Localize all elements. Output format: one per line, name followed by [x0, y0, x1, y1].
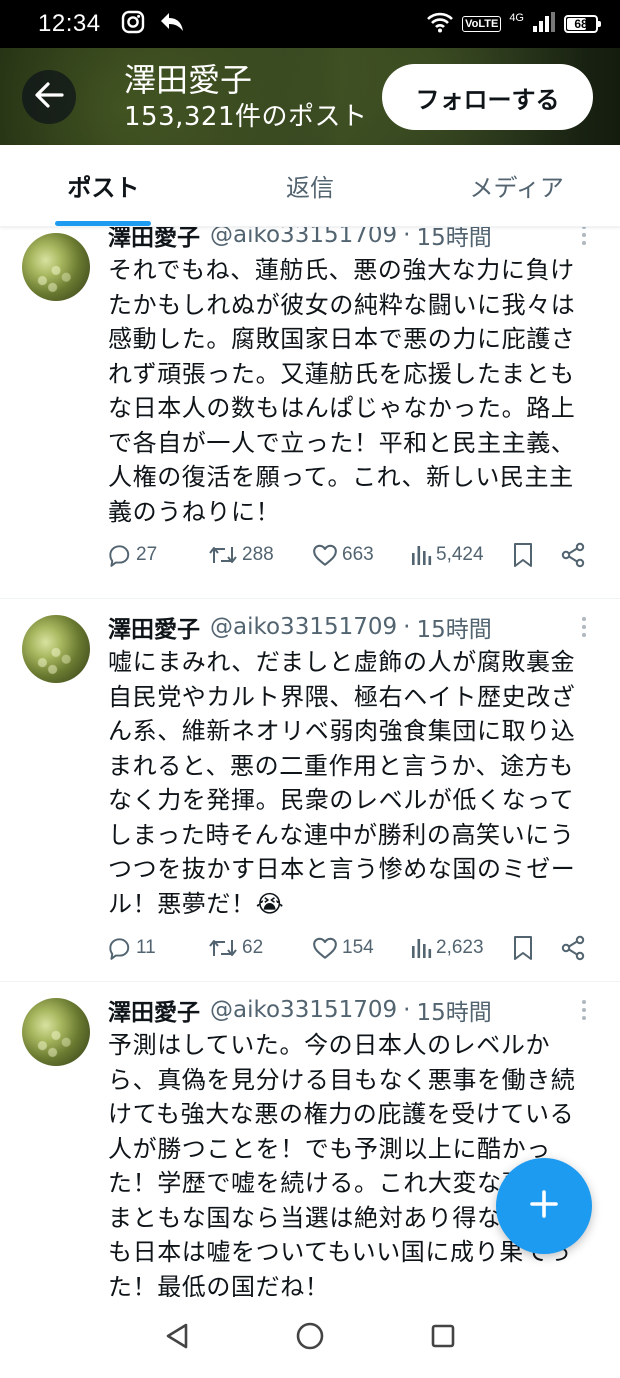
follow-button[interactable]: フォローする	[382, 64, 593, 130]
compose-button[interactable]	[496, 1158, 592, 1254]
instagram-icon	[121, 10, 145, 38]
network-type: 4G	[509, 12, 524, 24]
bookmark-button[interactable]	[512, 539, 534, 571]
bookmark-button[interactable]	[512, 932, 534, 964]
more-options-icon[interactable]	[574, 227, 594, 249]
views-button[interactable]: 2,623	[410, 932, 484, 964]
reply-button[interactable]: 11	[106, 932, 156, 964]
tab-replies[interactable]: 返信	[207, 145, 414, 226]
tweet-handle[interactable]: @aiko33151709	[210, 997, 397, 1023]
status-time: 12:34	[38, 10, 101, 37]
bar-chart-icon	[410, 543, 432, 567]
tweet[interactable]: 澤田愛子 @aiko33151709 · 15時間 それでもね、蓮舫氏、悪の強大…	[0, 227, 620, 599]
more-options-icon[interactable]	[574, 996, 594, 1024]
profile-tabs: ポスト 返信 メディア	[0, 145, 620, 227]
battery-percent: 68	[574, 17, 588, 31]
repost-button[interactable]: 62	[208, 932, 263, 964]
heart-icon	[312, 543, 338, 567]
square-recents-icon	[430, 1323, 456, 1353]
views-button[interactable]: 5,424	[410, 539, 484, 571]
more-options-icon[interactable]	[574, 613, 594, 641]
separator-dot: ·	[403, 997, 411, 1023]
post-count: 153,321件のポスト	[124, 101, 368, 132]
timeline[interactable]: 澤田愛子 @aiko33151709 · 15時間 それでもね、蓮舫氏、悪の強大…	[0, 227, 620, 1297]
bar-chart-icon	[410, 936, 432, 960]
system-nav-bar	[0, 1297, 620, 1378]
status-bar: 12:34 VoLTE 4G 68	[0, 0, 620, 48]
like-button[interactable]: 663	[312, 539, 374, 571]
tweet-handle[interactable]: @aiko33151709	[210, 227, 397, 248]
triangle-back-icon	[164, 1322, 190, 1354]
circle-home-icon	[295, 1321, 325, 1355]
share-icon	[560, 542, 586, 568]
back-button[interactable]	[22, 69, 76, 124]
repost-arrows-icon	[208, 543, 238, 567]
like-count: 663	[342, 544, 374, 565]
tab-label: ポスト	[67, 174, 140, 202]
avatar[interactable]	[22, 233, 90, 301]
signal-icon	[532, 11, 556, 37]
separator-dot: ·	[403, 614, 411, 640]
battery-icon: 68	[564, 15, 601, 33]
tab-label: 返信	[286, 174, 334, 202]
share-button[interactable]	[560, 539, 586, 571]
views-count: 5,424	[436, 544, 484, 565]
active-tab-indicator	[55, 221, 152, 226]
tab-posts[interactable]: ポスト	[0, 145, 207, 226]
volte-badge: VoLTE	[462, 16, 502, 32]
views-count: 2,623	[436, 937, 484, 958]
plus-icon	[528, 1188, 560, 1224]
tweet-author-name[interactable]: 澤田愛子	[108, 227, 200, 252]
heart-icon	[312, 936, 338, 960]
repost-arrows-icon	[208, 936, 238, 960]
like-count: 154	[342, 937, 374, 958]
tweet-time[interactable]: 15時間	[416, 610, 491, 644]
avatar[interactable]	[22, 615, 90, 683]
separator-dot: ·	[403, 227, 411, 248]
tweet-author-name[interactable]: 澤田愛子	[108, 993, 200, 1027]
profile-header: 澤田愛子 153,321件のポスト フォローする	[0, 48, 620, 145]
speech-bubble-icon	[106, 935, 132, 961]
tweet-text: それでもね、蓮舫氏、悪の強大な力に負け たかもしれぬが彼女の純粋な闘いに我々は …	[108, 256, 576, 526]
tweet-actions: 27 288 663 5,424	[106, 539, 596, 571]
reply-count: 27	[136, 544, 158, 565]
profile-name: 澤田愛子	[124, 60, 253, 99]
tweet-time[interactable]: 15時間	[416, 227, 491, 252]
bookmark-icon	[512, 935, 534, 961]
nav-back-button[interactable]	[157, 1318, 197, 1358]
tweet-text: 嘘にまみれ、だましと虚飾の人が腐敗裏金 自民党やカルト界隈、極右ヘイト歴史改ざ …	[108, 648, 576, 918]
tweet-actions: 11 62 154 2,623	[106, 932, 596, 964]
reply-count: 11	[136, 937, 156, 958]
arrow-left-icon	[34, 81, 64, 112]
share-icon	[560, 935, 586, 961]
tweet[interactable]: 澤田愛子 @aiko33151709 · 15時間 嘘にまみれ、だましと虚飾の人…	[0, 599, 620, 982]
tweet-author-name[interactable]: 澤田愛子	[108, 610, 200, 644]
tab-label: メディア	[469, 174, 564, 202]
reply-arrow-icon	[159, 11, 185, 37]
nav-home-button[interactable]	[290, 1318, 330, 1358]
tweet-handle[interactable]: @aiko33151709	[210, 614, 397, 640]
share-button[interactable]	[560, 932, 586, 964]
repost-count: 62	[242, 937, 264, 958]
avatar[interactable]	[22, 998, 90, 1066]
like-button[interactable]: 154	[312, 932, 374, 964]
bookmark-icon	[512, 542, 534, 568]
tweet-time[interactable]: 15時間	[416, 993, 491, 1027]
repost-count: 288	[242, 544, 274, 565]
repost-button[interactable]: 288	[208, 539, 274, 571]
reply-button[interactable]: 27	[106, 539, 157, 571]
speech-bubble-icon	[106, 542, 132, 568]
wifi-icon	[426, 11, 454, 37]
nav-recents-button[interactable]	[423, 1318, 463, 1358]
tab-media[interactable]: メディア	[413, 145, 620, 226]
